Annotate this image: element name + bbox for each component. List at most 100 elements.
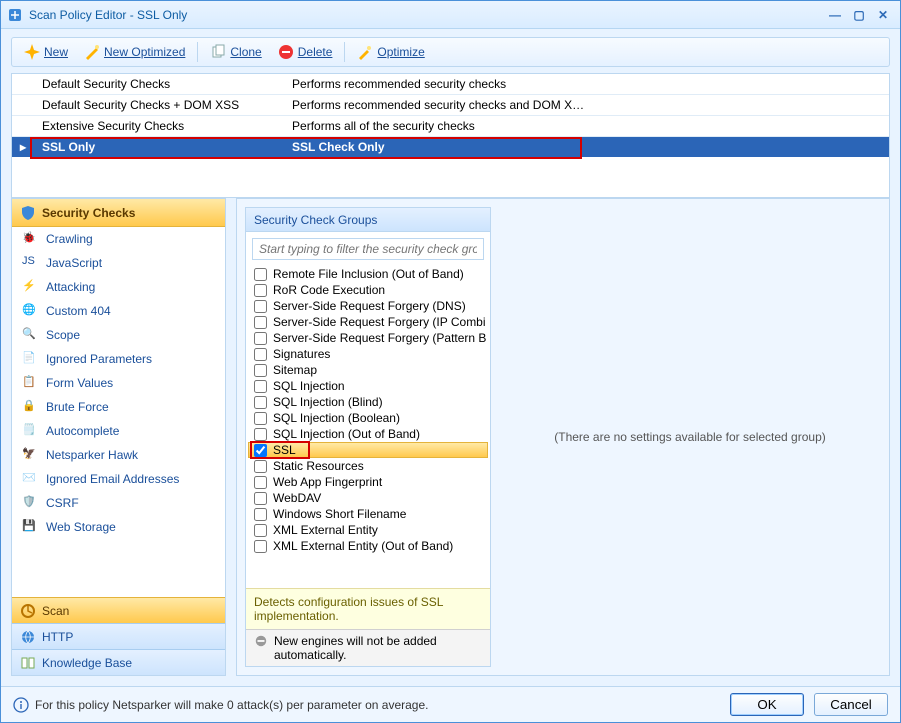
optimize-button[interactable]: Optimize [351,42,430,62]
check-checkbox[interactable] [254,284,267,297]
check-item[interactable]: Remote File Inclusion (Out of Band) [248,266,488,282]
check-checkbox[interactable] [254,396,267,409]
sidebar-section-http[interactable]: HTTP [12,623,225,649]
sidebar-item[interactable]: 🛡️CSRF [12,491,225,515]
sidebar-header-label: Security Checks [42,206,135,220]
minimize-button[interactable]: — [824,6,846,24]
check-item[interactable]: XML External Entity (Out of Band) [248,538,488,554]
sidebar-item-label: Ignored Email Addresses [46,472,179,486]
sidebar-item[interactable]: 🌐Custom 404 [12,299,225,323]
check-checkbox[interactable] [254,476,267,489]
sidebar-item[interactable]: 📄Ignored Parameters [12,347,225,371]
check-label: Windows Short Filename [273,507,406,521]
settings-empty-label: (There are no settings available for sel… [554,430,825,444]
check-item[interactable]: XML External Entity [248,522,488,538]
check-checkbox[interactable] [254,444,267,457]
book-icon [20,655,36,671]
check-item[interactable]: Web App Fingerprint [248,474,488,490]
check-item[interactable]: Sitemap [248,362,488,378]
check-checkbox[interactable] [254,460,267,473]
policy-row[interactable]: ▸SSL OnlySSL Check Only [12,137,889,158]
check-checkbox[interactable] [254,316,267,329]
main-content: Security Checks 🐞CrawlingJSJavaScript⚡At… [1,198,900,686]
groups-column: Security Check Groups Remote File Inclus… [245,207,491,667]
check-checkbox[interactable] [254,268,267,281]
sidebar-item[interactable]: 🔒Brute Force [12,395,225,419]
sidebar-http-label: HTTP [42,630,73,644]
sidebar-item[interactable]: ⚡Attacking [12,275,225,299]
scan-icon [20,603,36,619]
check-item[interactable]: Server-Side Request Forgery (IP Combi [248,314,488,330]
globe-icon [20,629,36,645]
close-button[interactable]: ✕ [872,6,894,24]
check-checkbox[interactable] [254,492,267,505]
cancel-button[interactable]: Cancel [814,693,888,716]
check-label: Web App Fingerprint [273,475,382,489]
check-checkbox[interactable] [254,364,267,377]
sidebar-section-scan[interactable]: Scan [12,597,225,623]
check-label: Remote File Inclusion (Out of Band) [273,267,464,281]
sidebar-header-security-checks[interactable]: Security Checks [12,199,225,227]
check-label: Server-Side Request Forgery (IP Combi [273,315,486,329]
check-item[interactable]: Windows Short Filename [248,506,488,522]
groups-footer-desc: Detects configuration issues of SSL impl… [246,588,490,629]
new-optimized-button[interactable]: New Optimized [78,42,191,62]
check-checkbox[interactable] [254,428,267,441]
new-button[interactable]: New [18,42,74,62]
check-label: RoR Code Execution [273,283,385,297]
check-checkbox[interactable] [254,300,267,313]
check-item[interactable]: Static Resources [248,458,488,474]
maximize-button[interactable]: ▢ [848,6,870,24]
check-checkbox[interactable] [254,412,267,425]
checks-list[interactable]: Remote File Inclusion (Out of Band) RoR C… [246,266,490,588]
sidebar-item[interactable]: 📋Form Values [12,371,225,395]
sidebar-item[interactable]: JSJavaScript [12,251,225,275]
delete-button[interactable]: Delete [272,42,339,62]
check-item[interactable]: SQL Injection (Out of Band) [248,426,488,442]
right-pane: Security Check Groups Remote File Inclus… [236,198,890,676]
sidebar-item[interactable]: 🦅Netsparker Hawk [12,443,225,467]
sidebar-item-label: Scope [46,328,80,342]
check-checkbox[interactable] [254,348,267,361]
nav-icon: 🔒 [22,399,38,415]
sidebar-item-label: Form Values [46,376,113,390]
groups-footer-auto: New engines will not be added automatica… [246,629,490,666]
copy-icon [210,44,226,60]
check-item[interactable]: Server-Side Request Forgery (DNS) [248,298,488,314]
status-message: For this policy Netsparker will make 0 a… [13,697,720,713]
check-label: SQL Injection [273,379,345,393]
check-checkbox[interactable] [254,380,267,393]
check-item[interactable]: SQL Injection (Boolean) [248,410,488,426]
nav-icon: 💾 [22,519,38,535]
check-label: XML External Entity [273,523,378,537]
check-checkbox[interactable] [254,524,267,537]
clone-button[interactable]: Clone [204,42,267,62]
check-checkbox[interactable] [254,540,267,553]
check-item[interactable]: WebDAV [248,490,488,506]
check-item[interactable]: SSL [248,442,488,458]
check-checkbox[interactable] [254,508,267,521]
sidebar-section-kb[interactable]: Knowledge Base [12,649,225,675]
check-checkbox[interactable] [254,332,267,345]
sidebar-item[interactable]: 🔍Scope [12,323,225,347]
check-item[interactable]: RoR Code Execution [248,282,488,298]
sidebar-item-label: Ignored Parameters [46,352,152,366]
check-label: SQL Injection (Boolean) [273,411,400,425]
check-item[interactable]: Server-Side Request Forgery (Pattern B [248,330,488,346]
policy-row[interactable]: Extensive Security ChecksPerforms all of… [12,116,889,137]
check-item[interactable]: SQL Injection (Blind) [248,394,488,410]
sidebar-item[interactable]: 💾Web Storage [12,515,225,539]
sidebar-item[interactable]: ✉️Ignored Email Addresses [12,467,225,491]
filter-box [252,238,484,260]
check-item[interactable]: SQL Injection [248,378,488,394]
filter-input[interactable] [252,238,484,260]
window-title: Scan Policy Editor - SSL Only [29,8,822,22]
check-item[interactable]: Signatures [248,346,488,362]
titlebar: Scan Policy Editor - SSL Only — ▢ ✕ [1,1,900,29]
ok-button[interactable]: OK [730,693,804,716]
wand-icon [84,44,100,60]
policy-row[interactable]: Default Security ChecksPerforms recommen… [12,74,889,95]
sidebar-item[interactable]: 🗒️Autocomplete [12,419,225,443]
sidebar-item[interactable]: 🐞Crawling [12,227,225,251]
policy-row[interactable]: Default Security Checks + DOM XSSPerform… [12,95,889,116]
